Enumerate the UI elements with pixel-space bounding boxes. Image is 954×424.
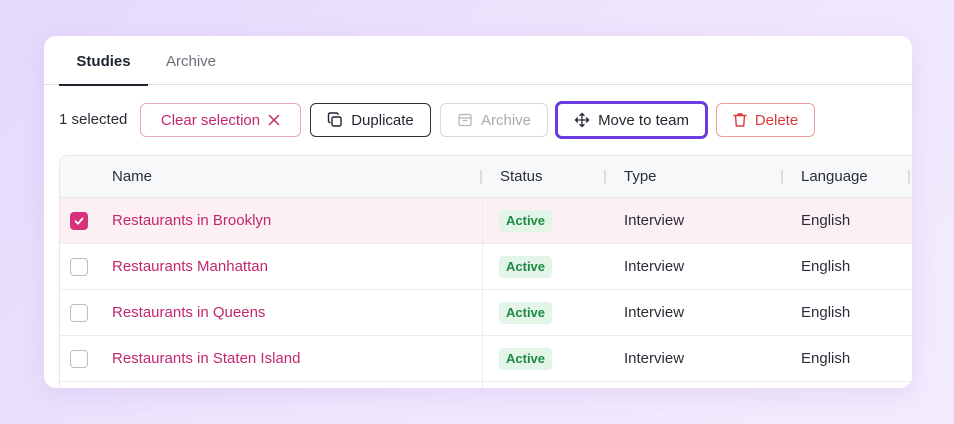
- bulk-action-toolbar: 1 selected Clear selection Duplicate Arc…: [44, 101, 912, 139]
- status-badge: Active: [499, 348, 553, 370]
- status-badge: Active: [499, 210, 553, 232]
- row-checkbox[interactable]: [70, 350, 88, 368]
- table-row[interactable]: Restaurants in Brooklyn Active Interview…: [60, 198, 912, 244]
- study-name-link[interactable]: Restaurants in Brooklyn: [112, 198, 271, 244]
- move-arrows-icon: [574, 112, 590, 128]
- column-header-language[interactable]: Language: [801, 156, 868, 198]
- column-header-type[interactable]: Type: [624, 156, 657, 198]
- trash-icon: [733, 113, 747, 127]
- row-checkbox[interactable]: [70, 304, 88, 322]
- study-language: English: [801, 350, 851, 367]
- table-row[interactable]: Restaurants in Queens Active Interview E…: [60, 290, 912, 336]
- move-to-team-label: Move to team: [598, 111, 689, 129]
- study-type: Interview: [624, 350, 685, 367]
- checkmark-icon: [74, 217, 84, 225]
- archive-label: Archive: [480, 111, 532, 129]
- tab-bar: Studies Archive: [44, 36, 912, 86]
- archive-button[interactable]: Archive: [440, 103, 548, 137]
- study-name-link[interactable]: Restaurants in Queens: [112, 290, 265, 336]
- study-language: English: [801, 258, 851, 275]
- row-checkbox[interactable]: [70, 212, 88, 230]
- status-badge: Active: [499, 256, 553, 278]
- tab-studies[interactable]: Studies: [59, 36, 148, 86]
- tab-archive[interactable]: Archive: [166, 36, 216, 85]
- study-language: English: [801, 212, 851, 229]
- column-resize-handle[interactable]: [480, 170, 482, 184]
- duplicate-label: Duplicate: [351, 111, 414, 129]
- table-row[interactable]: Restaurants in Staten Island Active Inte…: [60, 336, 912, 382]
- column-divider: [482, 198, 483, 388]
- column-resize-handle[interactable]: [604, 170, 606, 184]
- selected-count: 1 selected: [59, 111, 128, 128]
- clear-selection-label: Clear selection: [160, 111, 261, 129]
- status-badge: Active: [499, 302, 553, 324]
- column-resize-handle[interactable]: [781, 170, 783, 184]
- close-icon: [268, 114, 280, 126]
- column-header-status[interactable]: Status: [500, 156, 543, 198]
- move-to-team-button[interactable]: Move to team: [555, 101, 708, 139]
- studies-table: Name Status Type Language Restaurants in…: [59, 155, 912, 388]
- copy-icon: [328, 112, 342, 127]
- delete-label: Delete: [754, 111, 799, 129]
- column-header-name[interactable]: Name: [112, 156, 152, 198]
- study-name-link[interactable]: Restaurants Manhattan: [112, 244, 268, 290]
- study-language: English: [801, 304, 851, 321]
- delete-button[interactable]: Delete: [716, 103, 815, 137]
- archive-box-icon: [458, 113, 472, 127]
- column-resize-handle[interactable]: [908, 170, 910, 184]
- study-type: Interview: [624, 212, 685, 229]
- duplicate-button[interactable]: Duplicate: [310, 103, 431, 137]
- study-type: Interview: [624, 304, 685, 321]
- table-row[interactable]: Restaurants Manhattan Active Interview E…: [60, 244, 912, 290]
- study-type: Interview: [624, 258, 685, 275]
- clear-selection-button[interactable]: Clear selection: [140, 103, 301, 137]
- table-header: Name Status Type Language: [60, 156, 912, 198]
- row-checkbox[interactable]: [70, 258, 88, 276]
- study-name-link[interactable]: Restaurants in Staten Island: [112, 336, 300, 382]
- studies-card: Studies Archive 1 selected Clear selecti…: [44, 36, 912, 388]
